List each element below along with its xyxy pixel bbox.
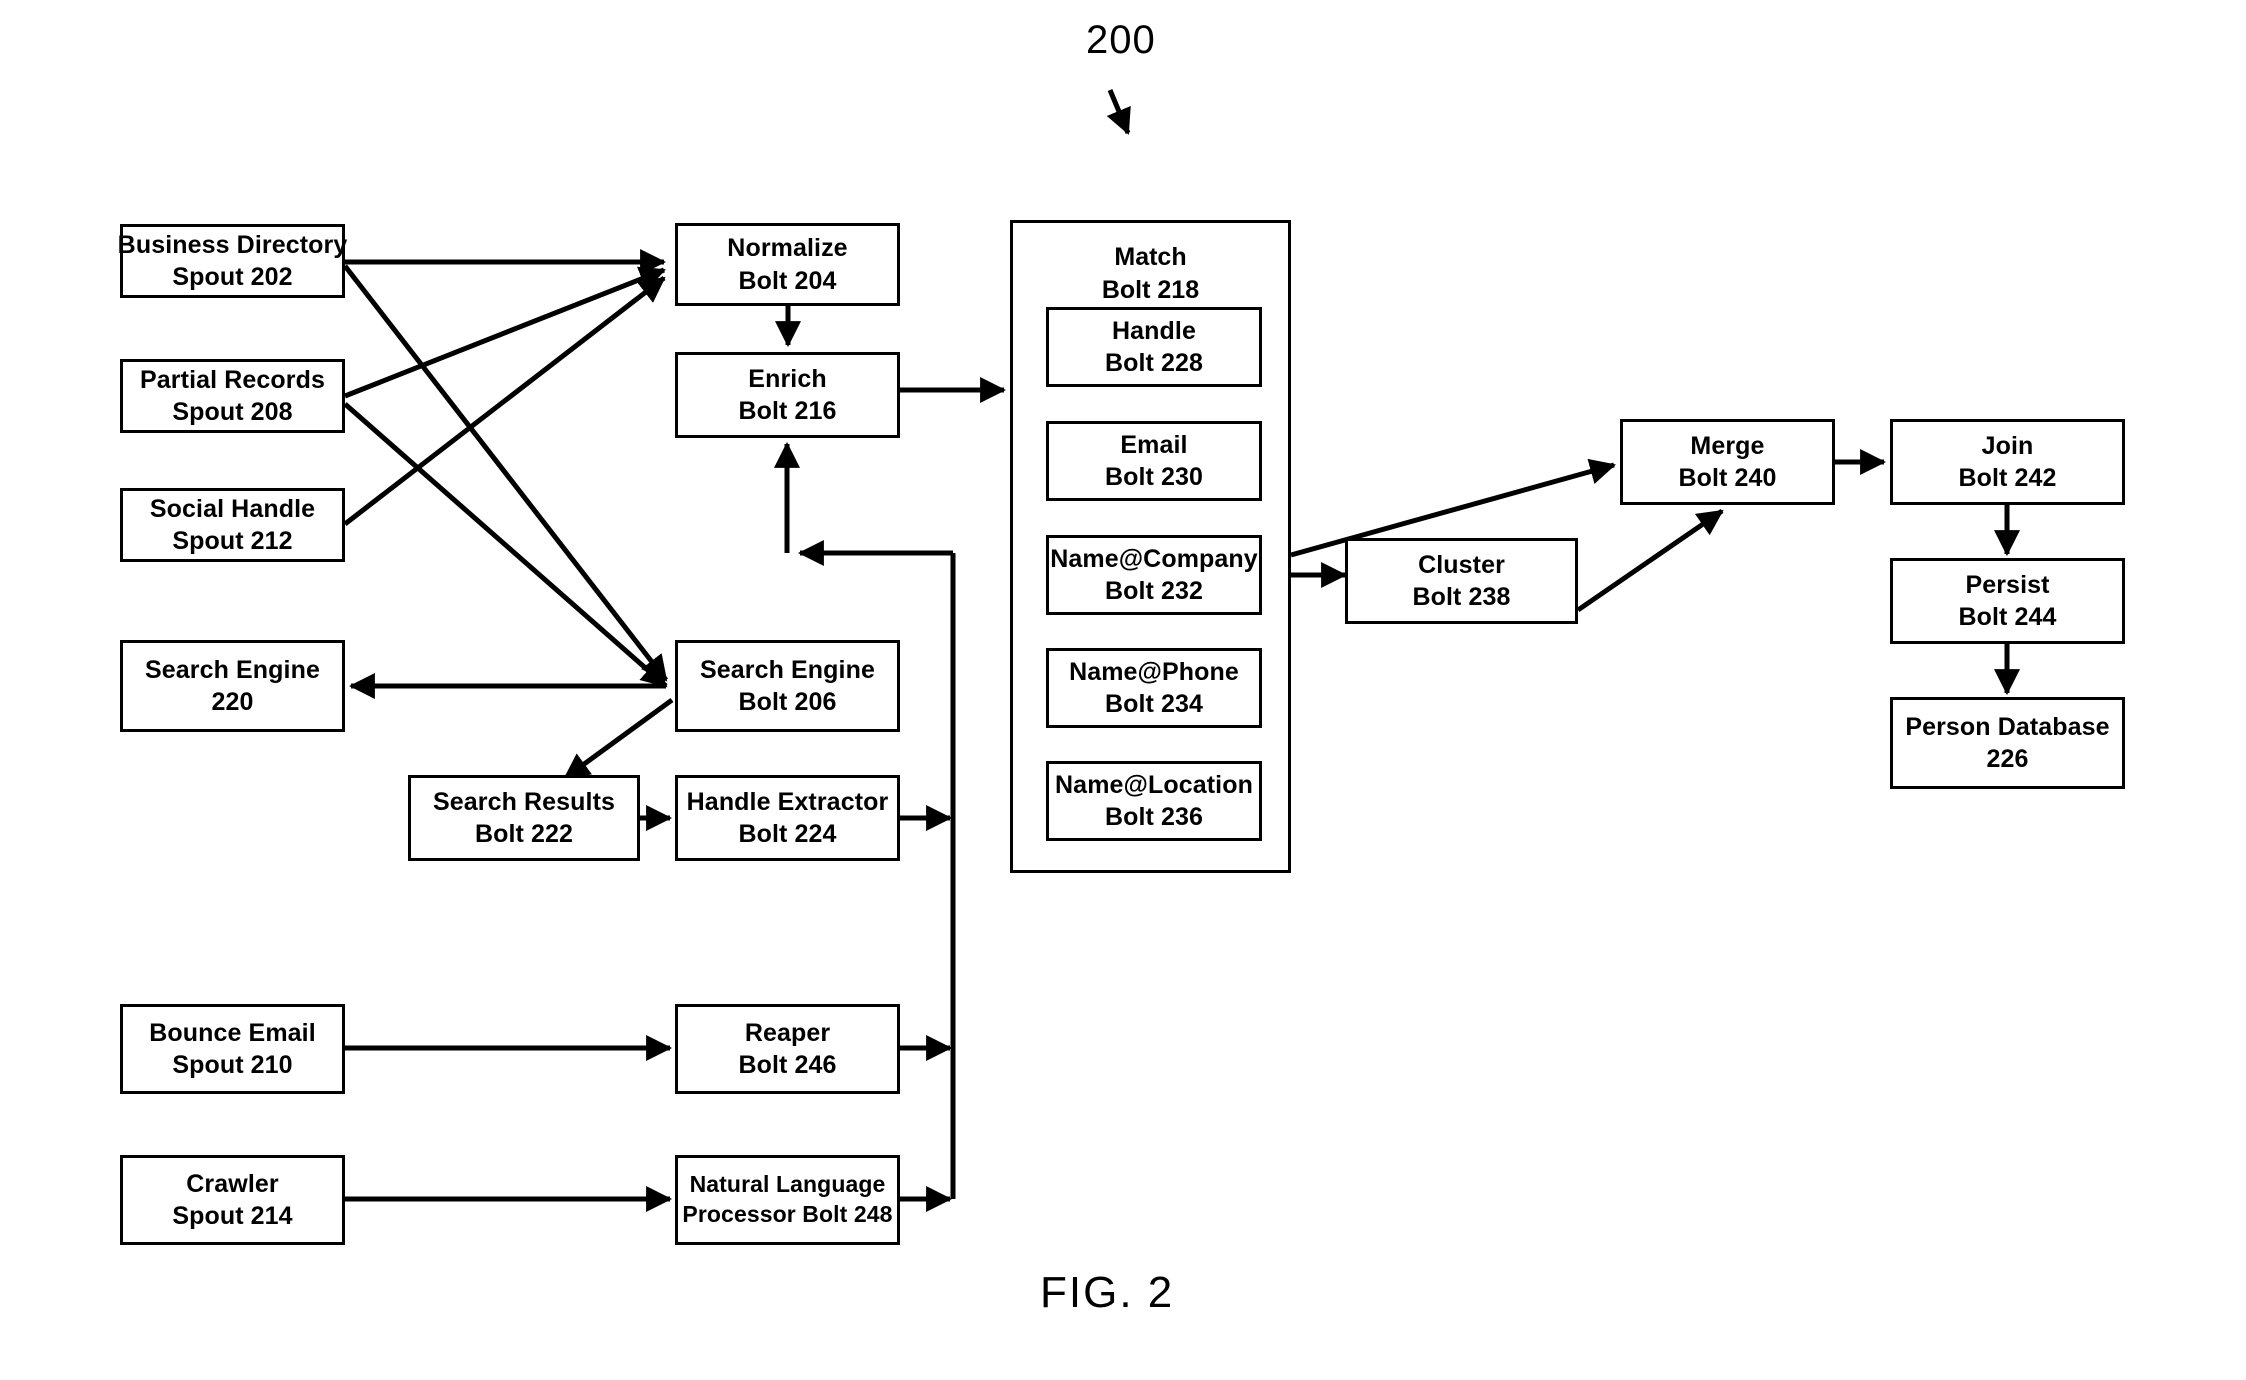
node-label-line2: Bolt 240 bbox=[1678, 464, 1777, 492]
node-label-line2: Bolt 218 bbox=[1101, 275, 1200, 304]
node-label-line2: Spout 210 bbox=[172, 1051, 293, 1079]
node-label-line1: Persist bbox=[1965, 570, 2050, 599]
node-label-line1: Search Results bbox=[432, 787, 616, 816]
node-label-line1: Search Engine bbox=[700, 655, 875, 684]
node-label-line2: Bolt 238 bbox=[1412, 583, 1511, 611]
node-label-line1: Name@Phone bbox=[1069, 657, 1239, 686]
node-label-line2: Bolt 246 bbox=[738, 1051, 837, 1079]
node-enrich-bolt[interactable]: Enrich Bolt 216 bbox=[675, 352, 900, 438]
node-label-line1: Business Directory bbox=[117, 230, 348, 259]
patent-figure-canvas: 200 FIG. 2 Business Directory Spout 202 … bbox=[0, 0, 2246, 1380]
node-label-line2: Bolt 206 bbox=[738, 688, 837, 716]
node-name-company-bolt[interactable]: Name@Company Bolt 232 bbox=[1046, 535, 1262, 615]
node-name-phone-bolt[interactable]: Name@Phone Bolt 234 bbox=[1046, 648, 1262, 728]
node-label-line1: Name@Location bbox=[1055, 770, 1253, 799]
node-label-line2: Bolt 242 bbox=[1958, 464, 2057, 492]
node-email-bolt[interactable]: Email Bolt 230 bbox=[1046, 421, 1262, 501]
node-label-line1: Partial Records bbox=[140, 365, 325, 394]
node-label-line2: Bolt 232 bbox=[1104, 577, 1204, 605]
node-label-line2: Bolt 222 bbox=[474, 820, 574, 848]
node-label-line1: Normalize bbox=[727, 234, 848, 262]
node-label-line1: Handle bbox=[1112, 316, 1196, 345]
node-crawler-spout[interactable]: Crawler Spout 214 bbox=[120, 1155, 345, 1245]
node-bounce-email-spout[interactable]: Bounce Email Spout 210 bbox=[120, 1004, 345, 1094]
node-reaper-bolt[interactable]: Reaper Bolt 246 bbox=[675, 1004, 900, 1094]
node-label-line1: Bounce Email bbox=[149, 1018, 316, 1047]
node-label-line1: Reaper bbox=[744, 1018, 831, 1047]
node-label-line1: Natural Language bbox=[689, 1171, 886, 1198]
edge-social-handle-to-normalize bbox=[343, 276, 666, 526]
node-nlp-bolt[interactable]: Natural Language Processor Bolt 248 bbox=[675, 1155, 900, 1245]
node-search-results-bolt[interactable]: Search Results Bolt 222 bbox=[408, 775, 640, 861]
node-label-line1: Merge bbox=[1690, 431, 1765, 460]
node-join-bolt[interactable]: Join Bolt 242 bbox=[1890, 419, 2125, 505]
node-label-line2: Bolt 236 bbox=[1104, 803, 1204, 831]
edge-cluster-to-merge bbox=[1576, 508, 1724, 613]
edge-business-directory-to-search-engine-bolt bbox=[343, 264, 668, 682]
node-label-line1: Email bbox=[1120, 430, 1188, 459]
figure-reference-numeral: 200 bbox=[1086, 18, 1156, 62]
node-label-line2: Bolt 244 bbox=[1958, 603, 2057, 631]
node-label-line2: Bolt 228 bbox=[1104, 349, 1204, 377]
node-cluster-bolt[interactable]: Cluster Bolt 238 bbox=[1345, 538, 1578, 624]
node-label-line2: Bolt 216 bbox=[738, 397, 837, 425]
node-label-line1: Crawler bbox=[186, 1169, 279, 1198]
node-label-line1: Cluster bbox=[1418, 550, 1505, 579]
node-label-line2: Spout 202 bbox=[172, 263, 293, 291]
edge-reference-leader bbox=[1106, 89, 1131, 135]
node-label-line1: Name@Company bbox=[1050, 544, 1258, 573]
node-label-line2: 226 bbox=[1986, 745, 2029, 773]
node-search-engine-bolt[interactable]: Search Engine Bolt 206 bbox=[675, 640, 900, 732]
node-search-engine-external[interactable]: Search Engine 220 bbox=[120, 640, 345, 732]
node-persist-bolt[interactable]: Persist Bolt 244 bbox=[1890, 558, 2125, 644]
edge-partial-records-to-search-engine-bolt bbox=[343, 402, 668, 688]
node-partial-records-spout[interactable]: Partial Records Spout 208 bbox=[120, 359, 345, 433]
node-normalize-bolt[interactable]: Normalize Bolt 204 bbox=[675, 223, 900, 306]
node-label-line1: Search Engine bbox=[145, 655, 320, 684]
node-label-line1: Match bbox=[1114, 243, 1187, 271]
node-label-line1: Handle Extractor bbox=[686, 787, 889, 816]
node-label-line1: Join bbox=[1981, 431, 2034, 460]
node-label-line2: Bolt 224 bbox=[738, 820, 837, 848]
node-label-line1: Person Database bbox=[1905, 712, 2110, 741]
node-handle-bolt[interactable]: Handle Bolt 228 bbox=[1046, 307, 1262, 387]
node-handle-extractor-bolt[interactable]: Handle Extractor Bolt 224 bbox=[675, 775, 900, 861]
node-label-line1: Social Handle bbox=[149, 494, 316, 523]
node-name-location-bolt[interactable]: Name@Location Bolt 236 bbox=[1046, 761, 1262, 841]
node-person-database[interactable]: Person Database 226 bbox=[1890, 697, 2125, 789]
node-label-line2: Bolt 204 bbox=[738, 266, 837, 295]
node-label-line2: Spout 208 bbox=[172, 398, 293, 426]
figure-caption: FIG. 2 bbox=[1040, 1268, 1175, 1317]
node-label-line2: Spout 212 bbox=[172, 527, 293, 555]
match-bolt-title: Match Bolt 218 bbox=[1013, 241, 1288, 306]
node-label-line2: Spout 214 bbox=[172, 1202, 293, 1230]
node-business-directory-spout[interactable]: Business Directory Spout 202 bbox=[117, 224, 348, 298]
edge-search-engine-bolt-to-search-results bbox=[563, 697, 674, 781]
node-social-handle-spout[interactable]: Social Handle Spout 212 bbox=[120, 488, 345, 562]
node-label-line2: 220 bbox=[211, 688, 254, 716]
node-label-line2: Processor Bolt 248 bbox=[682, 1201, 893, 1227]
node-label-line2: Bolt 230 bbox=[1104, 463, 1204, 491]
edge-partial-records-to-normalize bbox=[344, 266, 666, 399]
node-label-line1: Enrich bbox=[748, 364, 827, 393]
node-merge-bolt[interactable]: Merge Bolt 240 bbox=[1620, 419, 1835, 505]
node-match-bolt-container[interactable]: Match Bolt 218 Handle Bolt 228 Email Bol… bbox=[1010, 220, 1291, 873]
node-label-line2: Bolt 234 bbox=[1104, 690, 1204, 718]
